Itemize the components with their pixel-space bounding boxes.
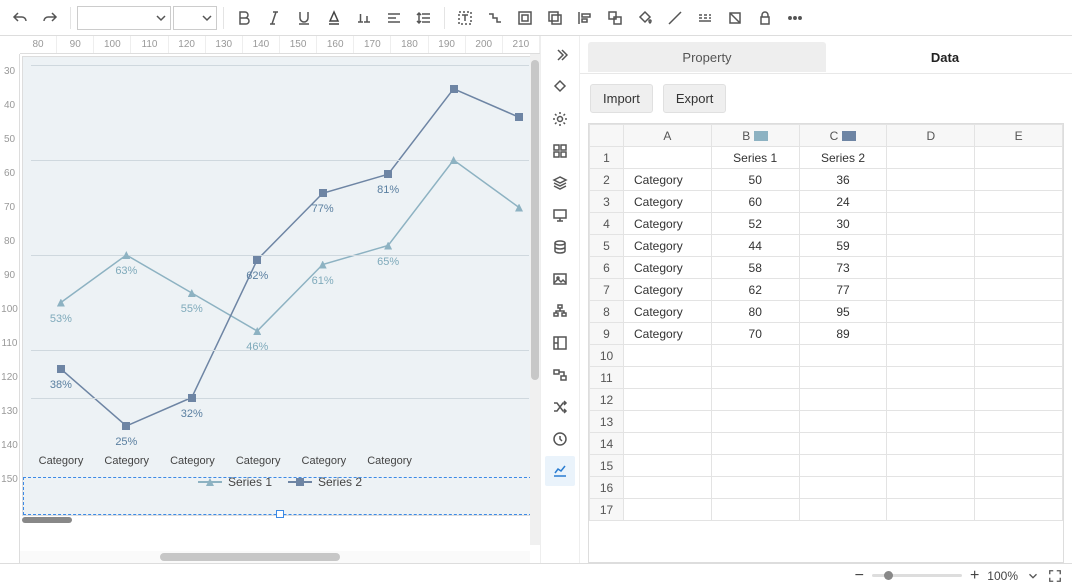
grid-button[interactable] <box>545 136 575 166</box>
zoom-out-button[interactable]: − <box>855 567 864 585</box>
expand-button[interactable] <box>545 328 575 358</box>
font-size-select[interactable] <box>173 6 217 30</box>
data-point[interactable] <box>57 365 65 373</box>
horizontal-ruler: 8090100110120130140150160170180190200210 <box>20 36 540 54</box>
export-button[interactable]: Export <box>663 84 727 113</box>
history-button[interactable] <box>545 424 575 454</box>
right-panel: Property Data Import Export ABCDE1Series… <box>580 36 1072 563</box>
layers-button[interactable] <box>545 168 575 198</box>
data-label: 32% <box>181 408 203 420</box>
canvas-pane: 8090100110120130140150160170180190200210… <box>0 36 540 563</box>
image-button[interactable] <box>545 264 575 294</box>
text-size-button[interactable] <box>350 4 378 32</box>
chart-data-button[interactable] <box>545 456 575 486</box>
group-button[interactable] <box>601 4 629 32</box>
stroke-button[interactable] <box>661 4 689 32</box>
outer-box-button[interactable] <box>511 4 539 32</box>
import-button[interactable]: Import <box>590 84 653 113</box>
line-style-button[interactable] <box>691 4 719 32</box>
line-spacing-button[interactable] <box>410 4 438 32</box>
zoom-dropdown-icon[interactable] <box>1026 569 1040 583</box>
italic-button[interactable] <box>260 4 288 32</box>
data-spreadsheet[interactable]: ABCDE1Series 1Series 22Category50363Cate… <box>588 123 1064 563</box>
data-label: 81% <box>377 184 399 196</box>
redo-button[interactable] <box>36 4 64 32</box>
shuffle-button[interactable] <box>545 392 575 422</box>
flow-button[interactable] <box>545 360 575 390</box>
data-point[interactable] <box>450 85 458 93</box>
font-color-button[interactable] <box>320 4 348 32</box>
collapse-panel-button[interactable] <box>545 40 575 70</box>
data-point[interactable] <box>515 113 523 121</box>
crop-button[interactable] <box>721 4 749 32</box>
connector-button[interactable] <box>481 4 509 32</box>
database-button[interactable] <box>545 232 575 262</box>
align-objects-button[interactable] <box>571 4 599 32</box>
hierarchy-button[interactable] <box>545 296 575 326</box>
fill-tool-button[interactable] <box>545 72 575 102</box>
canvas-vertical-scrollbar[interactable] <box>530 54 540 545</box>
font-family-select[interactable] <box>77 6 171 30</box>
data-label: 62% <box>246 270 268 282</box>
zoom-value: 100% <box>987 569 1018 583</box>
side-toolbar <box>540 36 580 563</box>
tab-property[interactable]: Property <box>588 42 826 72</box>
x-axis-label: Category <box>236 455 281 467</box>
undo-button[interactable] <box>6 4 34 32</box>
data-point[interactable] <box>122 422 130 430</box>
bold-button[interactable] <box>230 4 258 32</box>
canvas-horizontal-scrollbar[interactable] <box>20 551 530 563</box>
chart-object[interactable]: 53%63%55%46%61%65%38%25%32%62%77%81% Cat… <box>22 56 538 516</box>
data-point[interactable] <box>253 256 261 264</box>
legend-selection[interactable] <box>23 477 537 515</box>
data-point[interactable] <box>384 170 392 178</box>
x-axis-label: Category <box>170 455 215 467</box>
x-axis-label: Category <box>104 455 149 467</box>
data-point[interactable] <box>188 394 196 402</box>
settings-button[interactable] <box>545 104 575 134</box>
x-axis-label: Category <box>302 455 347 467</box>
data-label: 77% <box>312 203 334 215</box>
fullscreen-button[interactable] <box>1048 569 1062 583</box>
data-label: 25% <box>115 436 137 448</box>
data-point[interactable] <box>319 189 327 197</box>
underline-button[interactable] <box>290 4 318 32</box>
status-bar: − + 100% <box>0 563 1072 587</box>
main-toolbar <box>0 0 1072 36</box>
x-axis-label: Category <box>367 455 412 467</box>
data-label: 38% <box>50 379 72 391</box>
x-axis-label: Category <box>39 455 84 467</box>
more-button[interactable] <box>781 4 809 32</box>
fill-button[interactable] <box>631 4 659 32</box>
text-tool-button[interactable] <box>451 4 479 32</box>
zoom-in-button[interactable]: + <box>970 567 979 585</box>
zoom-slider[interactable] <box>872 574 962 577</box>
tab-data[interactable]: Data <box>826 42 1064 72</box>
lock-button[interactable] <box>751 4 779 32</box>
vertical-ruler: 30405060708090100110120130140150 <box>0 54 20 563</box>
presentation-button[interactable] <box>545 200 575 230</box>
align-button[interactable] <box>380 4 408 32</box>
shadow-button[interactable] <box>541 4 569 32</box>
